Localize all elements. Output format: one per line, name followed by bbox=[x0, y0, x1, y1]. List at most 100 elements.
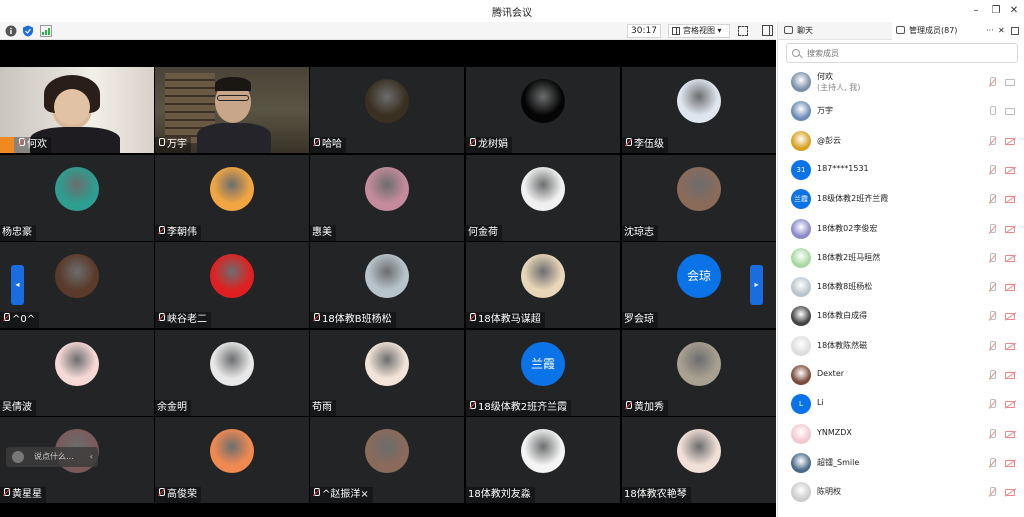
camera-icon[interactable] bbox=[1005, 108, 1015, 116]
info-icon[interactable] bbox=[5, 25, 17, 37]
participant-tile[interactable]: 李伍级 bbox=[622, 67, 776, 153]
mic-muted-icon[interactable] bbox=[988, 457, 996, 469]
member-list-item[interactable]: 18体教2班马晅然 bbox=[778, 244, 1024, 273]
chevron-down-icon: ▾ bbox=[715, 26, 722, 35]
participant-tile[interactable]: 黄加秀 bbox=[622, 330, 776, 416]
participant-tile[interactable]: 高俊荣 bbox=[155, 417, 309, 503]
popout-icon[interactable] bbox=[1011, 27, 1019, 35]
mic-muted-icon[interactable] bbox=[988, 399, 996, 410]
camera-off-icon[interactable] bbox=[1005, 284, 1015, 292]
camera-off-icon[interactable] bbox=[1005, 137, 1015, 145]
participant-name: ^0^ bbox=[0, 312, 40, 328]
camera-off-icon[interactable] bbox=[1005, 459, 1015, 467]
member-list-item[interactable]: @彭云 bbox=[778, 127, 1024, 156]
sidebar-toggle-icon[interactable] bbox=[762, 25, 773, 36]
maximize-icon[interactable]: ❐ bbox=[988, 3, 1004, 19]
mic-muted-icon[interactable] bbox=[988, 487, 996, 498]
member-list-item[interactable]: 31 187****1531 bbox=[778, 156, 1024, 185]
member-list-item[interactable]: 陈明权 bbox=[778, 478, 1024, 507]
camera-off-icon[interactable] bbox=[1005, 254, 1015, 262]
tab-chat-label: 聊天 bbox=[797, 26, 813, 35]
participant-name-text: 哈哈 bbox=[322, 139, 342, 150]
participant-tile[interactable]: 吴倩波 bbox=[0, 330, 154, 416]
participant-tile[interactable]: 18体教刘友淼 bbox=[466, 417, 620, 503]
participant-tile[interactable]: 18体教B班杨松 bbox=[310, 242, 464, 328]
camera-off-icon[interactable] bbox=[1005, 372, 1015, 379]
tab-members[interactable]: 管理成员(87) ··· ✕ bbox=[892, 22, 1024, 40]
mic-muted-icon[interactable] bbox=[988, 164, 996, 176]
participant-tile[interactable]: 苟雨 bbox=[310, 330, 464, 416]
mic-muted-icon[interactable] bbox=[988, 428, 996, 440]
member-list-item[interactable]: YNMZDX bbox=[778, 420, 1024, 449]
mic-muted-icon[interactable] bbox=[988, 282, 996, 293]
participant-tile[interactable]: 哈哈 bbox=[310, 67, 464, 153]
member-list-item[interactable]: 万宇 bbox=[778, 97, 1024, 126]
grid-view-button[interactable]: 宫格视图 ▾ bbox=[668, 24, 730, 38]
member-avatar bbox=[791, 423, 811, 444]
tab-chat[interactable]: 聊天 bbox=[782, 22, 892, 40]
camera-off-icon[interactable] bbox=[1005, 196, 1015, 204]
participant-tile[interactable]: 兰霞 18级体教2班齐兰霞 bbox=[466, 330, 620, 416]
more-icon[interactable]: ··· bbox=[986, 22, 994, 40]
member-list-item[interactable]: 超镭_Smile bbox=[778, 449, 1024, 478]
camera-off-icon[interactable] bbox=[1005, 489, 1015, 497]
participant-tile[interactable]: 峡谷老二 bbox=[155, 242, 309, 328]
participant-name: 18级体教2班齐兰霞 bbox=[466, 400, 572, 416]
close-icon[interactable]: ✕ bbox=[1006, 3, 1022, 19]
participant-tile[interactable]: ^赵振洋× bbox=[310, 417, 464, 503]
participant-name: 吴倩波 bbox=[0, 400, 36, 416]
member-list-item[interactable]: 18体教8班杨松 bbox=[778, 273, 1024, 302]
mic-muted-icon bbox=[624, 138, 632, 148]
mic-muted-icon bbox=[157, 313, 165, 323]
expand-chat-icon[interactable]: ‹ bbox=[90, 447, 93, 467]
camera-off-icon[interactable] bbox=[1005, 225, 1015, 233]
prev-page-button[interactable]: ◂ bbox=[11, 265, 24, 305]
member-list-item[interactable]: 18体教02李俊宏 bbox=[778, 215, 1024, 244]
camera-off-icon[interactable] bbox=[1005, 342, 1015, 350]
fullscreen-icon[interactable] bbox=[738, 26, 748, 36]
camera-off-icon[interactable] bbox=[1005, 166, 1015, 174]
participant-tile[interactable]: 18体教马谋超 bbox=[466, 242, 620, 328]
signal-icon[interactable] bbox=[40, 25, 52, 37]
mic-muted-icon[interactable] bbox=[988, 370, 996, 381]
member-list-item[interactable]: 兰霞 18级体教2班齐兰霞 bbox=[778, 185, 1024, 214]
camera-off-icon[interactable] bbox=[1005, 401, 1015, 409]
close-panel-icon[interactable]: ✕ bbox=[998, 22, 1005, 40]
mic-muted-icon[interactable] bbox=[988, 77, 996, 88]
member-search-input[interactable] bbox=[786, 43, 1018, 63]
participant-tile[interactable]: 万宇 bbox=[155, 67, 309, 153]
mic-muted-icon[interactable] bbox=[988, 252, 996, 264]
participant-tile[interactable]: 何金荷 bbox=[466, 155, 620, 241]
member-list-item[interactable]: 18体教白成得 bbox=[778, 302, 1024, 331]
camera-icon[interactable] bbox=[1005, 79, 1015, 86]
participant-tile[interactable]: 沈琼志 bbox=[622, 155, 776, 241]
mic-icon[interactable] bbox=[988, 106, 996, 117]
next-page-button[interactable]: ▸ bbox=[750, 265, 763, 305]
chat-input[interactable]: 说点什么... ‹ bbox=[6, 447, 98, 467]
shield-icon[interactable] bbox=[22, 25, 34, 37]
participant-tile[interactable]: 龙树娟 bbox=[466, 67, 620, 153]
member-list-item[interactable]: 何欢 (主持人, 我) bbox=[778, 68, 1024, 97]
mic-muted-icon[interactable] bbox=[988, 223, 996, 235]
participant-tile[interactable]: 余金明 bbox=[155, 330, 309, 416]
participant-tile[interactable]: 何欢 bbox=[0, 67, 154, 153]
minimize-icon[interactable]: – bbox=[968, 3, 984, 19]
member-avatar bbox=[791, 218, 811, 239]
member-list-item[interactable]: 18体教陈然磁 bbox=[778, 332, 1024, 361]
mic-muted-icon[interactable] bbox=[988, 340, 996, 352]
participant-tile[interactable]: 惠美 bbox=[310, 155, 464, 241]
mic-muted-icon[interactable] bbox=[988, 135, 996, 147]
mic-muted-icon[interactable] bbox=[988, 194, 996, 205]
participant-tile[interactable]: 杨忠豪 bbox=[0, 155, 154, 241]
participant-tile[interactable]: 李朝伟 bbox=[155, 155, 309, 241]
emoji-icon[interactable] bbox=[12, 451, 24, 463]
member-list-item[interactable]: L Li bbox=[778, 390, 1024, 419]
mic-muted-icon bbox=[624, 401, 632, 411]
mic-muted-icon bbox=[468, 401, 476, 411]
camera-off-icon[interactable] bbox=[1005, 313, 1015, 321]
member-list-item[interactable]: Dexter bbox=[778, 361, 1024, 390]
participant-name: 万宇 bbox=[155, 137, 191, 153]
camera-off-icon[interactable] bbox=[1005, 430, 1015, 438]
participant-tile[interactable]: 18体教农艳琴 bbox=[622, 417, 776, 503]
mic-muted-icon[interactable] bbox=[988, 311, 996, 322]
